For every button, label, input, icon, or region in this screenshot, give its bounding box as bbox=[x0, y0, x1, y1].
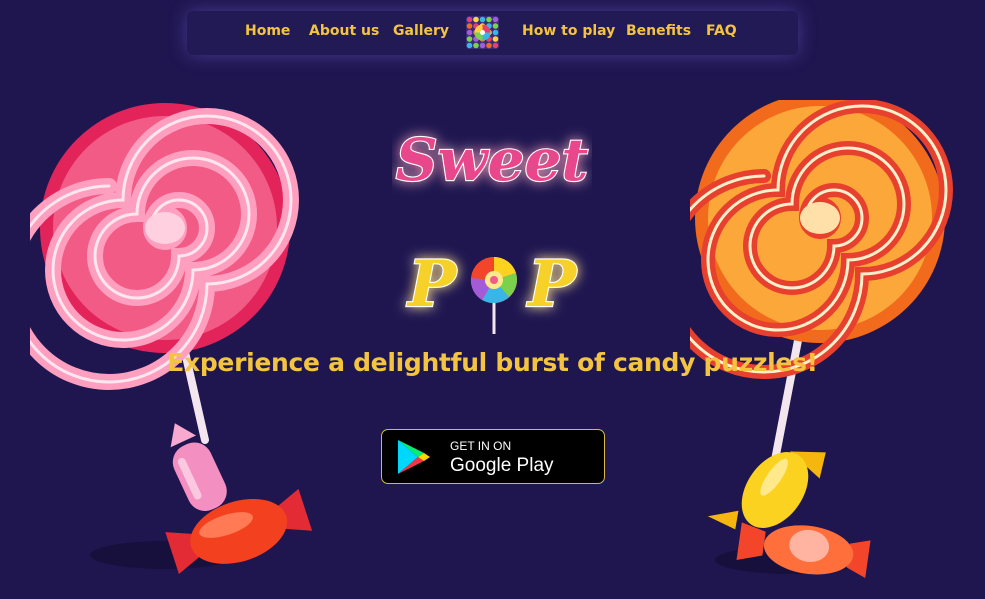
google-play-button[interactable]: GET IN ON Google Play bbox=[381, 429, 605, 484]
svg-text:P: P bbox=[526, 247, 578, 322]
hero-tagline: Experience a delightful burst of candy p… bbox=[167, 348, 818, 377]
google-play-small-text: GET IN ON bbox=[450, 439, 512, 453]
google-play-big-text: Google Play bbox=[450, 455, 554, 476]
nav-faq-link[interactable]: FAQ bbox=[706, 23, 737, 39]
svg-text:Sweet: Sweet bbox=[396, 126, 589, 194]
orange-lollipop-illustration bbox=[690, 100, 953, 579]
google-play-icon bbox=[398, 440, 430, 474]
nav-home-link[interactable]: Home bbox=[245, 23, 290, 39]
nav-about-link[interactable]: About us bbox=[309, 23, 379, 39]
title-pop: P P bbox=[392, 238, 602, 338]
pink-lollipop-illustration bbox=[30, 103, 313, 574]
lollipop-icon bbox=[470, 256, 517, 334]
nav-gallery-link[interactable]: Gallery bbox=[393, 23, 449, 39]
title-sweet: Sweet bbox=[392, 118, 592, 198]
svg-text:P: P bbox=[406, 247, 458, 322]
candy-grid-logo-icon[interactable] bbox=[466, 16, 499, 49]
nav-benefits-link[interactable]: Benefits bbox=[626, 23, 691, 39]
nav-how-to-play-link[interactable]: How to play bbox=[522, 23, 615, 39]
top-navigation: Home About us Gallery How to play Benefi… bbox=[187, 11, 798, 55]
